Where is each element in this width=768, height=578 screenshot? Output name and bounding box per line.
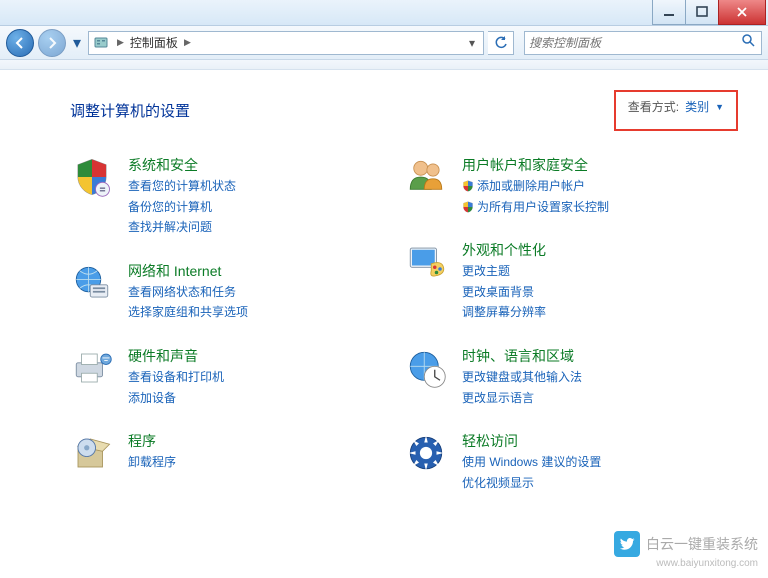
category-title[interactable]: 时钟、语言和区域 (462, 346, 582, 366)
category-tile: 网络和 Internet 查看网络状态和任务选择家庭组和共享选项 (70, 261, 404, 322)
address-bar[interactable]: ▶ 控制面板 ▶ ▾ (88, 31, 484, 55)
minimize-button[interactable] (652, 0, 686, 25)
watermark: 白云一键重装系统 www.baiyunxitong.com (614, 531, 758, 570)
globe-icon (70, 261, 114, 305)
category-tile: 用户帐户和家庭安全添加或删除用户帐户为所有用户设置家长控制 (404, 155, 738, 216)
back-button[interactable] (6, 29, 34, 57)
palette-icon (404, 240, 448, 284)
category-sublink[interactable]: 查看您的计算机状态 (128, 177, 236, 196)
category-sublink[interactable]: 查看设备和打印机 (128, 368, 224, 387)
category-title[interactable]: 网络和 Internet (128, 261, 248, 281)
category-title[interactable]: 程序 (128, 431, 176, 451)
category-title[interactable]: 外观和个性化 (462, 240, 546, 260)
printer-icon (70, 346, 114, 390)
category-sublink[interactable]: 更改显示语言 (462, 389, 582, 408)
category-tile: 轻松访问使用 Windows 建议的设置优化视频显示 (404, 431, 738, 492)
view-value[interactable]: 类别 (685, 98, 709, 115)
search-box[interactable] (524, 31, 762, 55)
box-icon (70, 431, 114, 475)
category-title[interactable]: 硬件和声音 (128, 346, 224, 366)
clock-icon (404, 346, 448, 390)
watermark-brand: 白云一键重装系统 (646, 535, 758, 553)
watermark-logo-icon (614, 531, 640, 557)
category-sublink[interactable]: 为所有用户设置家长控制 (462, 198, 609, 217)
category-title[interactable]: 轻松访问 (462, 431, 601, 451)
category-tile: 硬件和声音查看设备和打印机添加设备 (70, 346, 404, 407)
category-sublink[interactable]: 选择家庭组和共享选项 (128, 303, 248, 322)
category-tile: 系统和安全查看您的计算机状态备份您的计算机查找并解决问题 (70, 155, 404, 237)
content-area: 调整计算机的设置 查看方式: 类别 ▼ 系统和安全查看您的计算机状态备份您的计算… (0, 70, 768, 526)
category-sublink[interactable]: 卸载程序 (128, 453, 176, 472)
category-sublink[interactable]: 优化视频显示 (462, 474, 601, 493)
category-sublink[interactable]: 添加或删除用户帐户 (462, 177, 609, 196)
watermark-url: www.baiyunxitong.com (614, 557, 758, 570)
category-title[interactable]: 用户帐户和家庭安全 (462, 155, 609, 175)
navigation-bar: ▾ ▶ 控制面板 ▶ ▾ (0, 26, 768, 60)
category-sublink[interactable]: 查找并解决问题 (128, 218, 236, 237)
history-dropdown[interactable]: ▾ (70, 33, 84, 53)
category-tile: 时钟、语言和区域更改键盘或其他输入法更改显示语言 (404, 346, 738, 407)
shield-icon (70, 155, 114, 199)
title-bar (0, 0, 768, 26)
category-sublink[interactable]: 更改桌面背景 (462, 283, 546, 302)
refresh-button[interactable] (488, 31, 514, 55)
category-sublink[interactable]: 添加设备 (128, 389, 224, 408)
category-sublink[interactable]: 备份您的计算机 (128, 198, 236, 217)
view-selector[interactable]: 查看方式: 类别 ▼ (614, 90, 738, 131)
maximize-button[interactable] (685, 0, 719, 25)
category-sublink[interactable]: 更改主题 (462, 262, 546, 281)
control-panel-icon (93, 35, 111, 51)
search-icon[interactable] (741, 33, 757, 52)
category-sublink[interactable]: 查看网络状态和任务 (128, 283, 248, 302)
page-title: 调整计算机的设置 (70, 100, 190, 121)
breadcrumb-separator: ▶ (111, 37, 130, 48)
users-icon (404, 155, 448, 199)
chevron-down-icon: ▼ (715, 102, 724, 112)
address-dropdown[interactable]: ▾ (465, 36, 479, 50)
category-sublink[interactable]: 更改键盘或其他输入法 (462, 368, 582, 387)
forward-button[interactable] (38, 29, 66, 57)
ease-icon (404, 431, 448, 475)
category-tile: 程序卸载程序 (70, 431, 404, 475)
close-button[interactable] (718, 0, 766, 25)
view-label: 查看方式: (628, 98, 679, 115)
breadcrumb-separator: ▶ (178, 37, 197, 48)
search-input[interactable] (529, 36, 741, 50)
category-tile: 外观和个性化更改主题更改桌面背景调整屏幕分辨率 (404, 240, 738, 322)
category-title[interactable]: 系统和安全 (128, 155, 236, 175)
breadcrumb-root[interactable]: 控制面板 (130, 34, 178, 51)
toolbar-strip (0, 60, 768, 70)
category-sublink[interactable]: 使用 Windows 建议的设置 (462, 453, 601, 472)
category-sublink[interactable]: 调整屏幕分辨率 (462, 303, 546, 322)
